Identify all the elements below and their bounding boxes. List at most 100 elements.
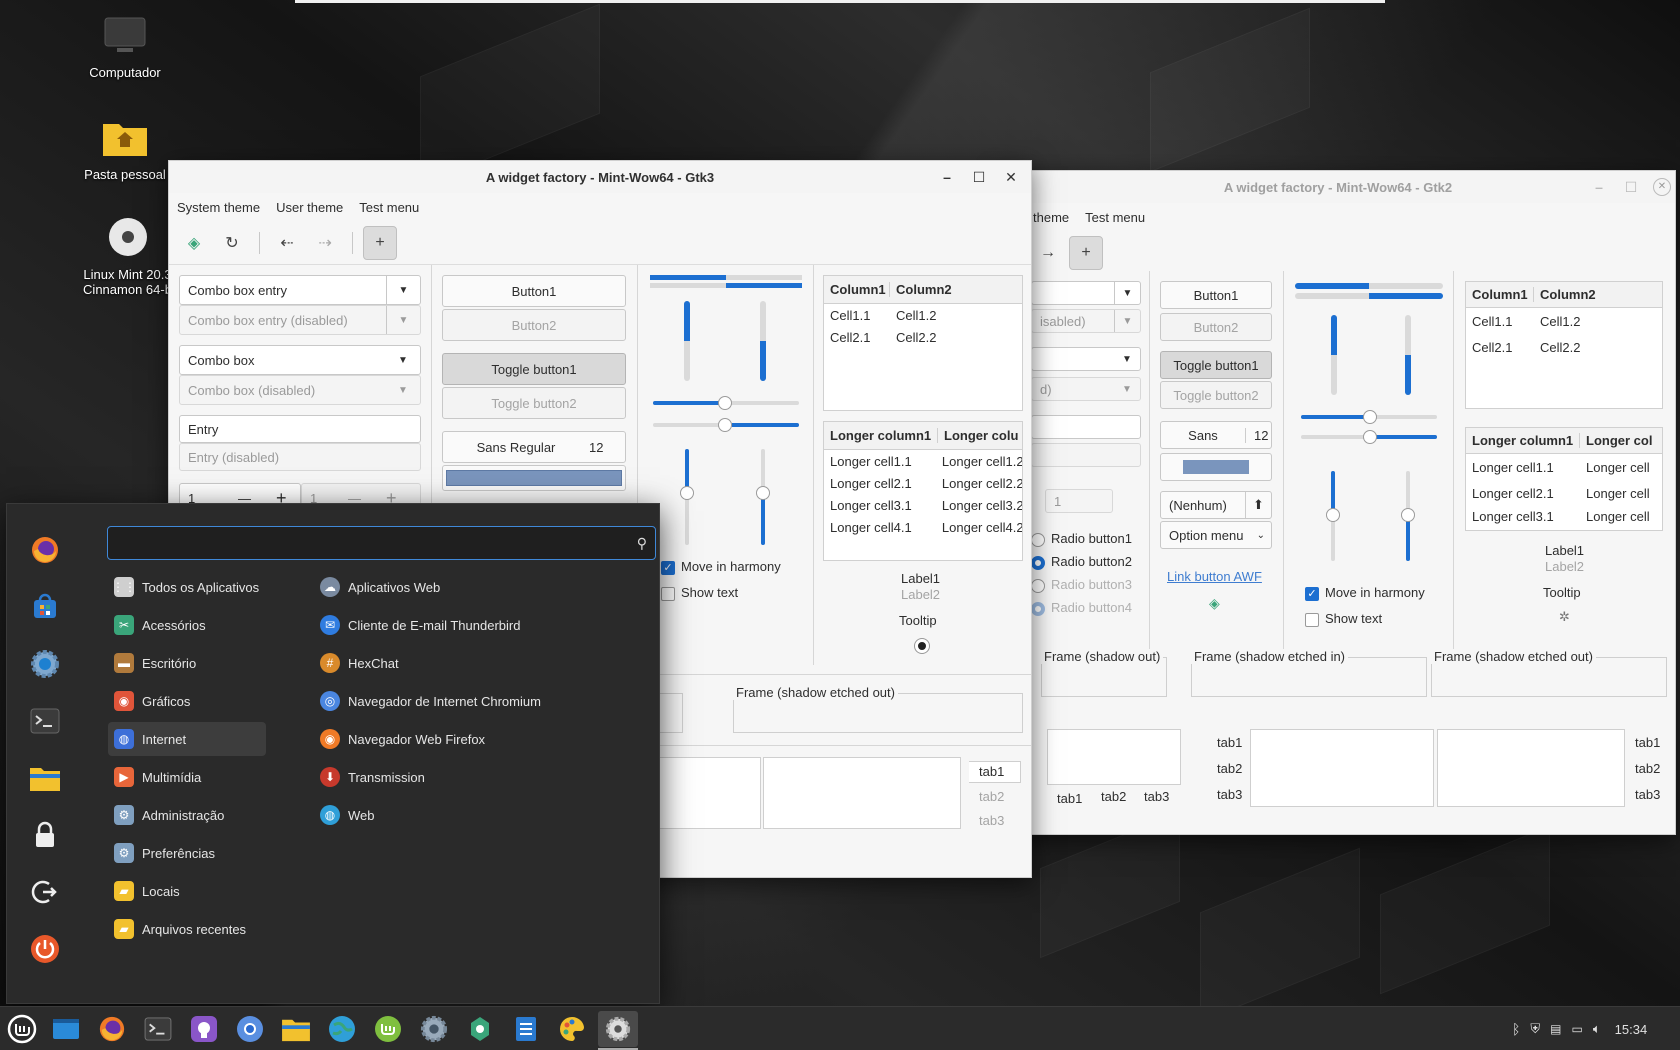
slider-knob[interactable]	[1401, 508, 1415, 522]
chevron-down-icon[interactable]: ▼	[386, 346, 420, 374]
color-palette-icon[interactable]	[552, 1011, 592, 1047]
button1[interactable]: Button1	[442, 275, 626, 307]
app-item[interactable]: ✉ Cliente de E-mail Thunderbird	[314, 608, 634, 642]
move-in-harmony-checkbox[interactable]: ✓ Move in harmony	[661, 559, 781, 575]
combo-entry[interactable]: ▼	[1031, 281, 1141, 305]
app-item[interactable]: ☁ Aplicativos Web	[314, 570, 634, 604]
widget-factory-icon[interactable]	[598, 1011, 638, 1047]
category-item[interactable]: ◉ Gráficos	[108, 684, 266, 718]
settings-icon[interactable]	[414, 1011, 454, 1047]
back-icon[interactable]: ⇠	[270, 226, 304, 260]
slider-knob[interactable]	[680, 486, 694, 500]
shield-icon[interactable]: ⛨	[1530, 1021, 1540, 1037]
category-item[interactable]: ▰ Arquivos recentes	[108, 912, 266, 946]
table-row[interactable]: Longer cell1.1 Longer cell	[1466, 454, 1662, 480]
category-item[interactable]: ▰ Locais	[108, 874, 266, 908]
app-item[interactable]: # HexChat	[314, 646, 634, 680]
category-item[interactable]: ▬ Escritório	[108, 646, 266, 680]
tree-view[interactable]: Column1 Column2 Cell1.1 Cell1.2 Cell2.1 Cel…	[1465, 281, 1663, 409]
move-in-harmony-checkbox[interactable]: ✓ Move in harmony	[1305, 585, 1425, 601]
search-input[interactable]: ⚲	[107, 526, 656, 560]
column-header[interactable]: Column2	[1534, 287, 1596, 302]
maximize-button[interactable]: ☐	[1615, 179, 1647, 196]
font-button[interactable]: Sans 12	[1160, 421, 1272, 449]
tab-1[interactable]: tab1	[1217, 735, 1242, 750]
minimize-button[interactable]: –	[931, 169, 963, 185]
entry[interactable]: Entry	[179, 415, 421, 443]
show-text-checkbox[interactable]: Show text	[1305, 611, 1382, 627]
tree-view-long[interactable]: Longer column1 Longer col Longer cell1.1 L…	[1465, 427, 1663, 531]
combo-box-entry[interactable]: Combo box entry ▼	[179, 275, 421, 305]
tab-2[interactable]: tab2	[1217, 761, 1242, 776]
close-button[interactable]: ✕	[1653, 178, 1671, 196]
file-chooser-button[interactable]: (Nenhum) ⬆	[1160, 491, 1272, 519]
gimp-icon[interactable]: ◈	[177, 226, 211, 260]
category-item[interactable]: ⋮⋮ Todos os Aplicativos	[108, 570, 266, 604]
files-icon[interactable]	[276, 1011, 316, 1047]
window-titlebar[interactable]: A widget factory - Mint-Wow64 - Gtk2 – ☐…	[1001, 171, 1675, 203]
table-row[interactable]: Longer cell3.1 Longer cell	[1466, 506, 1662, 526]
column-header[interactable]: Column1	[824, 282, 890, 297]
app-item[interactable]: ◍ Web	[314, 798, 634, 832]
menu-test[interactable]: Test menu	[1085, 210, 1145, 225]
tooltip-label[interactable]: Tooltip	[899, 613, 937, 628]
power-icon[interactable]	[27, 931, 63, 967]
show-text-checkbox[interactable]: Show text	[661, 585, 738, 601]
category-item[interactable]: ▶ Multimídia	[108, 760, 266, 794]
table-row[interactable]: Longer cell4.1 Longer cell4.2	[824, 516, 1022, 538]
tab-2[interactable]: tab2	[1635, 761, 1660, 776]
slider-knob[interactable]	[1326, 508, 1340, 522]
github-icon[interactable]	[184, 1011, 224, 1047]
app-item[interactable]: ◉ Navegador Web Firefox	[314, 722, 634, 756]
menu-test[interactable]: Test menu	[359, 200, 419, 215]
tooltip-label[interactable]: Tooltip	[1543, 585, 1581, 600]
combo-box[interactable]: ▼	[1031, 347, 1141, 371]
slider-knob[interactable]	[756, 486, 770, 500]
color-button[interactable]	[442, 465, 626, 491]
menu-user-theme[interactable]: User theme	[276, 200, 343, 215]
link-button[interactable]: Link button AWF	[1167, 569, 1262, 584]
color-button[interactable]	[1160, 453, 1272, 481]
combo-box[interactable]: Combo box ▼	[179, 345, 421, 375]
table-row[interactable]: Cell1.1 Cell1.2	[824, 304, 1022, 326]
category-item[interactable]: ◍ Internet	[108, 722, 266, 756]
radio-button-1[interactable]: Radio button1	[1031, 531, 1132, 547]
settings-icon[interactable]	[27, 646, 63, 682]
menu-theme[interactable]: theme	[1033, 210, 1069, 225]
table-row[interactable]: Cell2.1 Cell2.2	[1466, 334, 1662, 360]
minimize-button[interactable]: –	[1583, 179, 1615, 195]
firefox-icon[interactable]	[27, 532, 63, 568]
column-header[interactable]: Longer colu	[938, 428, 1018, 443]
toggle-button1[interactable]: Toggle button1	[1160, 351, 1272, 379]
maximize-button[interactable]: ☐	[963, 169, 995, 186]
bluetooth-icon[interactable]: ᛒ	[1512, 1021, 1520, 1037]
tab-1[interactable]: tab1	[969, 761, 1021, 783]
forward-icon[interactable]: →	[1031, 236, 1065, 270]
mintupdate-icon[interactable]	[368, 1011, 408, 1047]
window-titlebar[interactable]: A widget factory - Mint-Wow64 - Gtk3 – ☐…	[169, 161, 1031, 193]
mint-menu-icon[interactable]	[2, 1011, 42, 1047]
column-header[interactable]: Column2	[890, 282, 952, 297]
software-manager-icon[interactable]	[27, 589, 63, 625]
font-button[interactable]: Sans Regular 12	[442, 431, 626, 463]
column-header[interactable]: Longer col	[1580, 433, 1652, 448]
radio-button-2[interactable]: Radio button2	[1031, 554, 1132, 570]
clock[interactable]: 15:34	[1615, 1022, 1648, 1037]
tab-3[interactable]: tab3	[1144, 789, 1169, 804]
slider-knob[interactable]	[718, 396, 732, 410]
chevron-down-icon[interactable]: ▼	[1114, 282, 1140, 304]
tree-view-long[interactable]: Longer column1 Longer colu Longer cell1.1…	[823, 421, 1023, 561]
lock-icon[interactable]	[27, 817, 63, 853]
tab-3[interactable]: tab3	[1635, 787, 1660, 802]
show-desktop-icon[interactable]	[46, 1011, 86, 1047]
chevron-down-icon[interactable]: ▼	[1114, 348, 1140, 370]
table-row[interactable]: Longer cell2.1 Longer cell	[1466, 480, 1662, 506]
app-item[interactable]: ⬇ Transmission	[314, 760, 634, 794]
files-icon[interactable]	[27, 760, 63, 796]
clipboard-icon[interactable]: ▤	[1550, 1022, 1561, 1036]
tab-3[interactable]: tab3	[979, 813, 1004, 828]
desktop-icon-home[interactable]: Pasta pessoal	[70, 116, 180, 182]
category-item[interactable]: ⚙ Administração	[108, 798, 266, 832]
terminal-icon[interactable]	[27, 703, 63, 739]
app-item[interactable]: ◎ Navegador de Internet Chromium	[314, 684, 634, 718]
